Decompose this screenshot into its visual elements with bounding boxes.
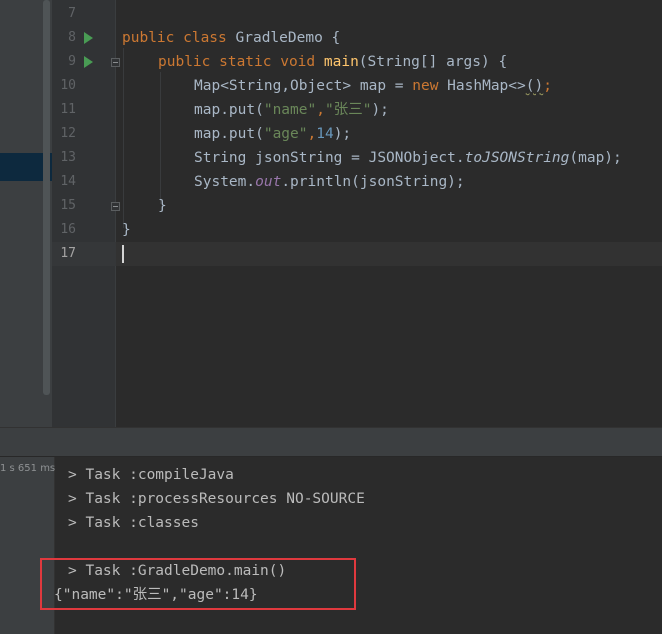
project-panel-scrollbar[interactable] (43, 0, 50, 395)
console-line: > Task :processResources NO-SOURCE (68, 491, 365, 507)
line-number: 10 (60, 78, 76, 93)
line-number: 9 (68, 54, 76, 69)
text-caret (122, 245, 124, 263)
code-line-16: } (122, 222, 131, 238)
line-number: 11 (60, 102, 76, 117)
code-line-14: System.out.println(jsonString); (194, 174, 465, 190)
line-number: 7 (68, 6, 76, 21)
line-number: 15 (60, 198, 76, 213)
code-line-15: } (158, 198, 167, 214)
line-number: 12 (60, 126, 76, 141)
run-class-icon[interactable] (84, 26, 96, 50)
fold-icon[interactable] (110, 194, 120, 218)
output-highlight-box (40, 558, 356, 610)
current-line-highlight (116, 242, 662, 266)
console-line: > Task :classes (68, 515, 199, 531)
code-line-13: String jsonString = JSONObject.toJSONStr… (194, 150, 622, 166)
code-line-9: public static void main(String[] args) { (158, 54, 508, 70)
line-number: 8 (68, 30, 76, 45)
play-icon (84, 32, 93, 44)
line-number-current: 17 (60, 246, 76, 261)
line-number: 13 (60, 150, 76, 165)
project-panel-strip (0, 0, 52, 427)
task-duration: 1 s 651 ms (0, 463, 55, 474)
play-icon (84, 56, 93, 68)
fold-icon[interactable] (110, 50, 120, 74)
run-panel-divider[interactable] (0, 427, 662, 457)
console-line: > Task :compileJava (68, 467, 234, 483)
code-line-10: Map<String,Object> map = new HashMap<>()… (194, 78, 552, 94)
code-line-12: map.put("age",14); (194, 126, 352, 142)
line-number: 14 (60, 174, 76, 189)
line-number: 16 (60, 222, 76, 237)
code-line-8: public class GradleDemo { (122, 30, 341, 46)
code-line-11: map.put("name","张三"); (194, 102, 389, 118)
run-main-icon[interactable] (84, 50, 96, 74)
indent-guide (160, 72, 161, 204)
indent-guide (123, 48, 124, 228)
